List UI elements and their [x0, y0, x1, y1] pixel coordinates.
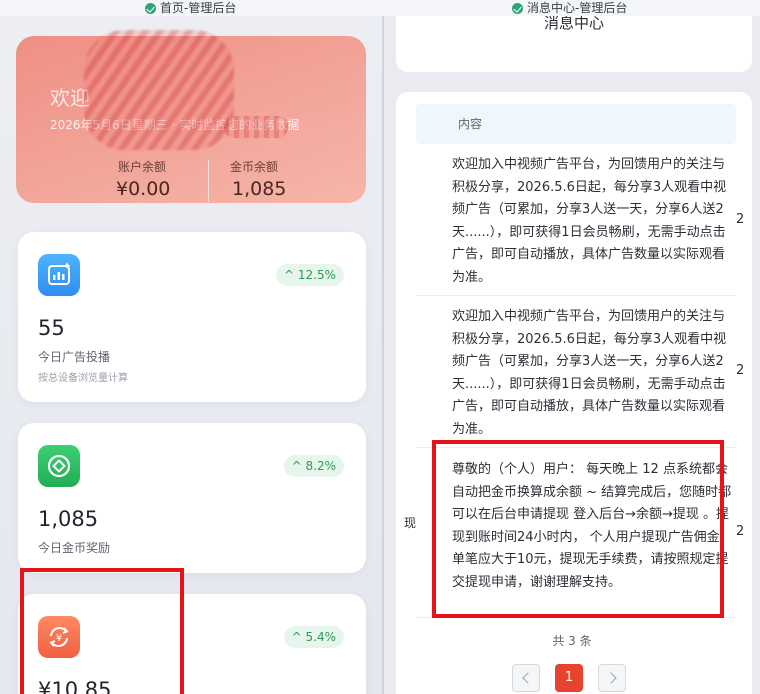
stat-label: 今日广告投播 — [38, 350, 111, 364]
stat-value: 55 — [38, 316, 65, 340]
dashboard-panel: 欢迎 2026年5月6日星期三 · 实时监控您的业务数据 账户余额 ¥0.00 … — [0, 16, 384, 694]
growth-badge: ^ 12.5% — [276, 264, 344, 286]
page-title: 消息中心 — [543, 16, 604, 32]
column-header-content: 内容 — [458, 117, 483, 131]
tab-message-center-admin[interactable]: 消息中心-管理后台 — [512, 0, 627, 16]
redaction-scribble — [224, 116, 288, 138]
tab-home-admin[interactable]: 首页-管理后台 — [145, 0, 236, 16]
chevron-right-icon — [605, 672, 617, 684]
table-header: 内容 — [416, 104, 736, 144]
stat-label: 今日金币奖励 — [38, 541, 111, 555]
stat-card-ad-plays[interactable]: ^ 12.5% 55 今日广告投播 按总设备浏览量计算 — [18, 232, 366, 402]
shield-check-icon — [145, 2, 156, 14]
row-count: 2 — [736, 524, 745, 539]
message-center-header: 消息中心 — [396, 16, 752, 72]
clipped-cell-text: 现 — [404, 516, 417, 530]
coin-balance-value: 1,085 — [232, 178, 287, 200]
redaction-scribble — [84, 30, 234, 150]
growth-badge: ^ 8.2% — [283, 455, 344, 477]
row-count: 2 — [736, 212, 745, 227]
growth-badge: ^ 5.4% — [283, 626, 344, 648]
balance-label: 账户余额 — [118, 160, 167, 174]
message-content: 欢迎加入中视频广告平台，为回馈用户的关注与积极分享，2026.5.6日起，每分享… — [452, 309, 727, 437]
stat-note: 按总设备浏览量计算 — [38, 373, 128, 384]
stat-value: 1,085 — [38, 507, 99, 531]
stat-divider — [208, 160, 209, 202]
coin-balance-label: 金币余额 — [230, 160, 279, 174]
row-count: 2 — [736, 363, 745, 378]
welcome-card: 欢迎 2026年5月6日星期三 · 实时监控您的业务数据 账户余额 ¥0.00 … — [16, 30, 366, 203]
browser-tab-bar: 首页-管理后台 消息中心-管理后台 — [0, 0, 760, 16]
chart-icon — [38, 254, 80, 296]
tab-home-admin-label: 首页-管理后台 — [160, 1, 237, 15]
table-row[interactable]: 欢迎加入中视频广告平台，为回馈用户的关注与积极分享，2026.5.6日起，每分享… — [416, 296, 736, 448]
chevron-left-icon — [522, 672, 534, 684]
page-1-button[interactable]: 1 — [555, 664, 583, 692]
shield-check-icon — [512, 2, 523, 14]
balance-value: ¥0.00 — [116, 178, 171, 200]
coin-icon — [38, 445, 80, 487]
prev-page-button[interactable] — [512, 664, 540, 692]
next-page-button[interactable] — [598, 664, 626, 692]
table-row[interactable]: 欢迎加入中视频广告平台，为回馈用户的关注与积极分享，2026.5.6日起，每分享… — [416, 144, 736, 296]
tab-message-center-label: 消息中心-管理后台 — [527, 1, 628, 15]
highlight-box — [20, 568, 184, 694]
highlight-box — [432, 440, 724, 618]
stat-card-coin-reward[interactable]: ^ 8.2% 1,085 今日金币奖励 — [18, 423, 366, 573]
message-content: 欢迎加入中视频广告平台，为回馈用户的关注与积极分享，2026.5.6日起，每分享… — [452, 157, 727, 285]
